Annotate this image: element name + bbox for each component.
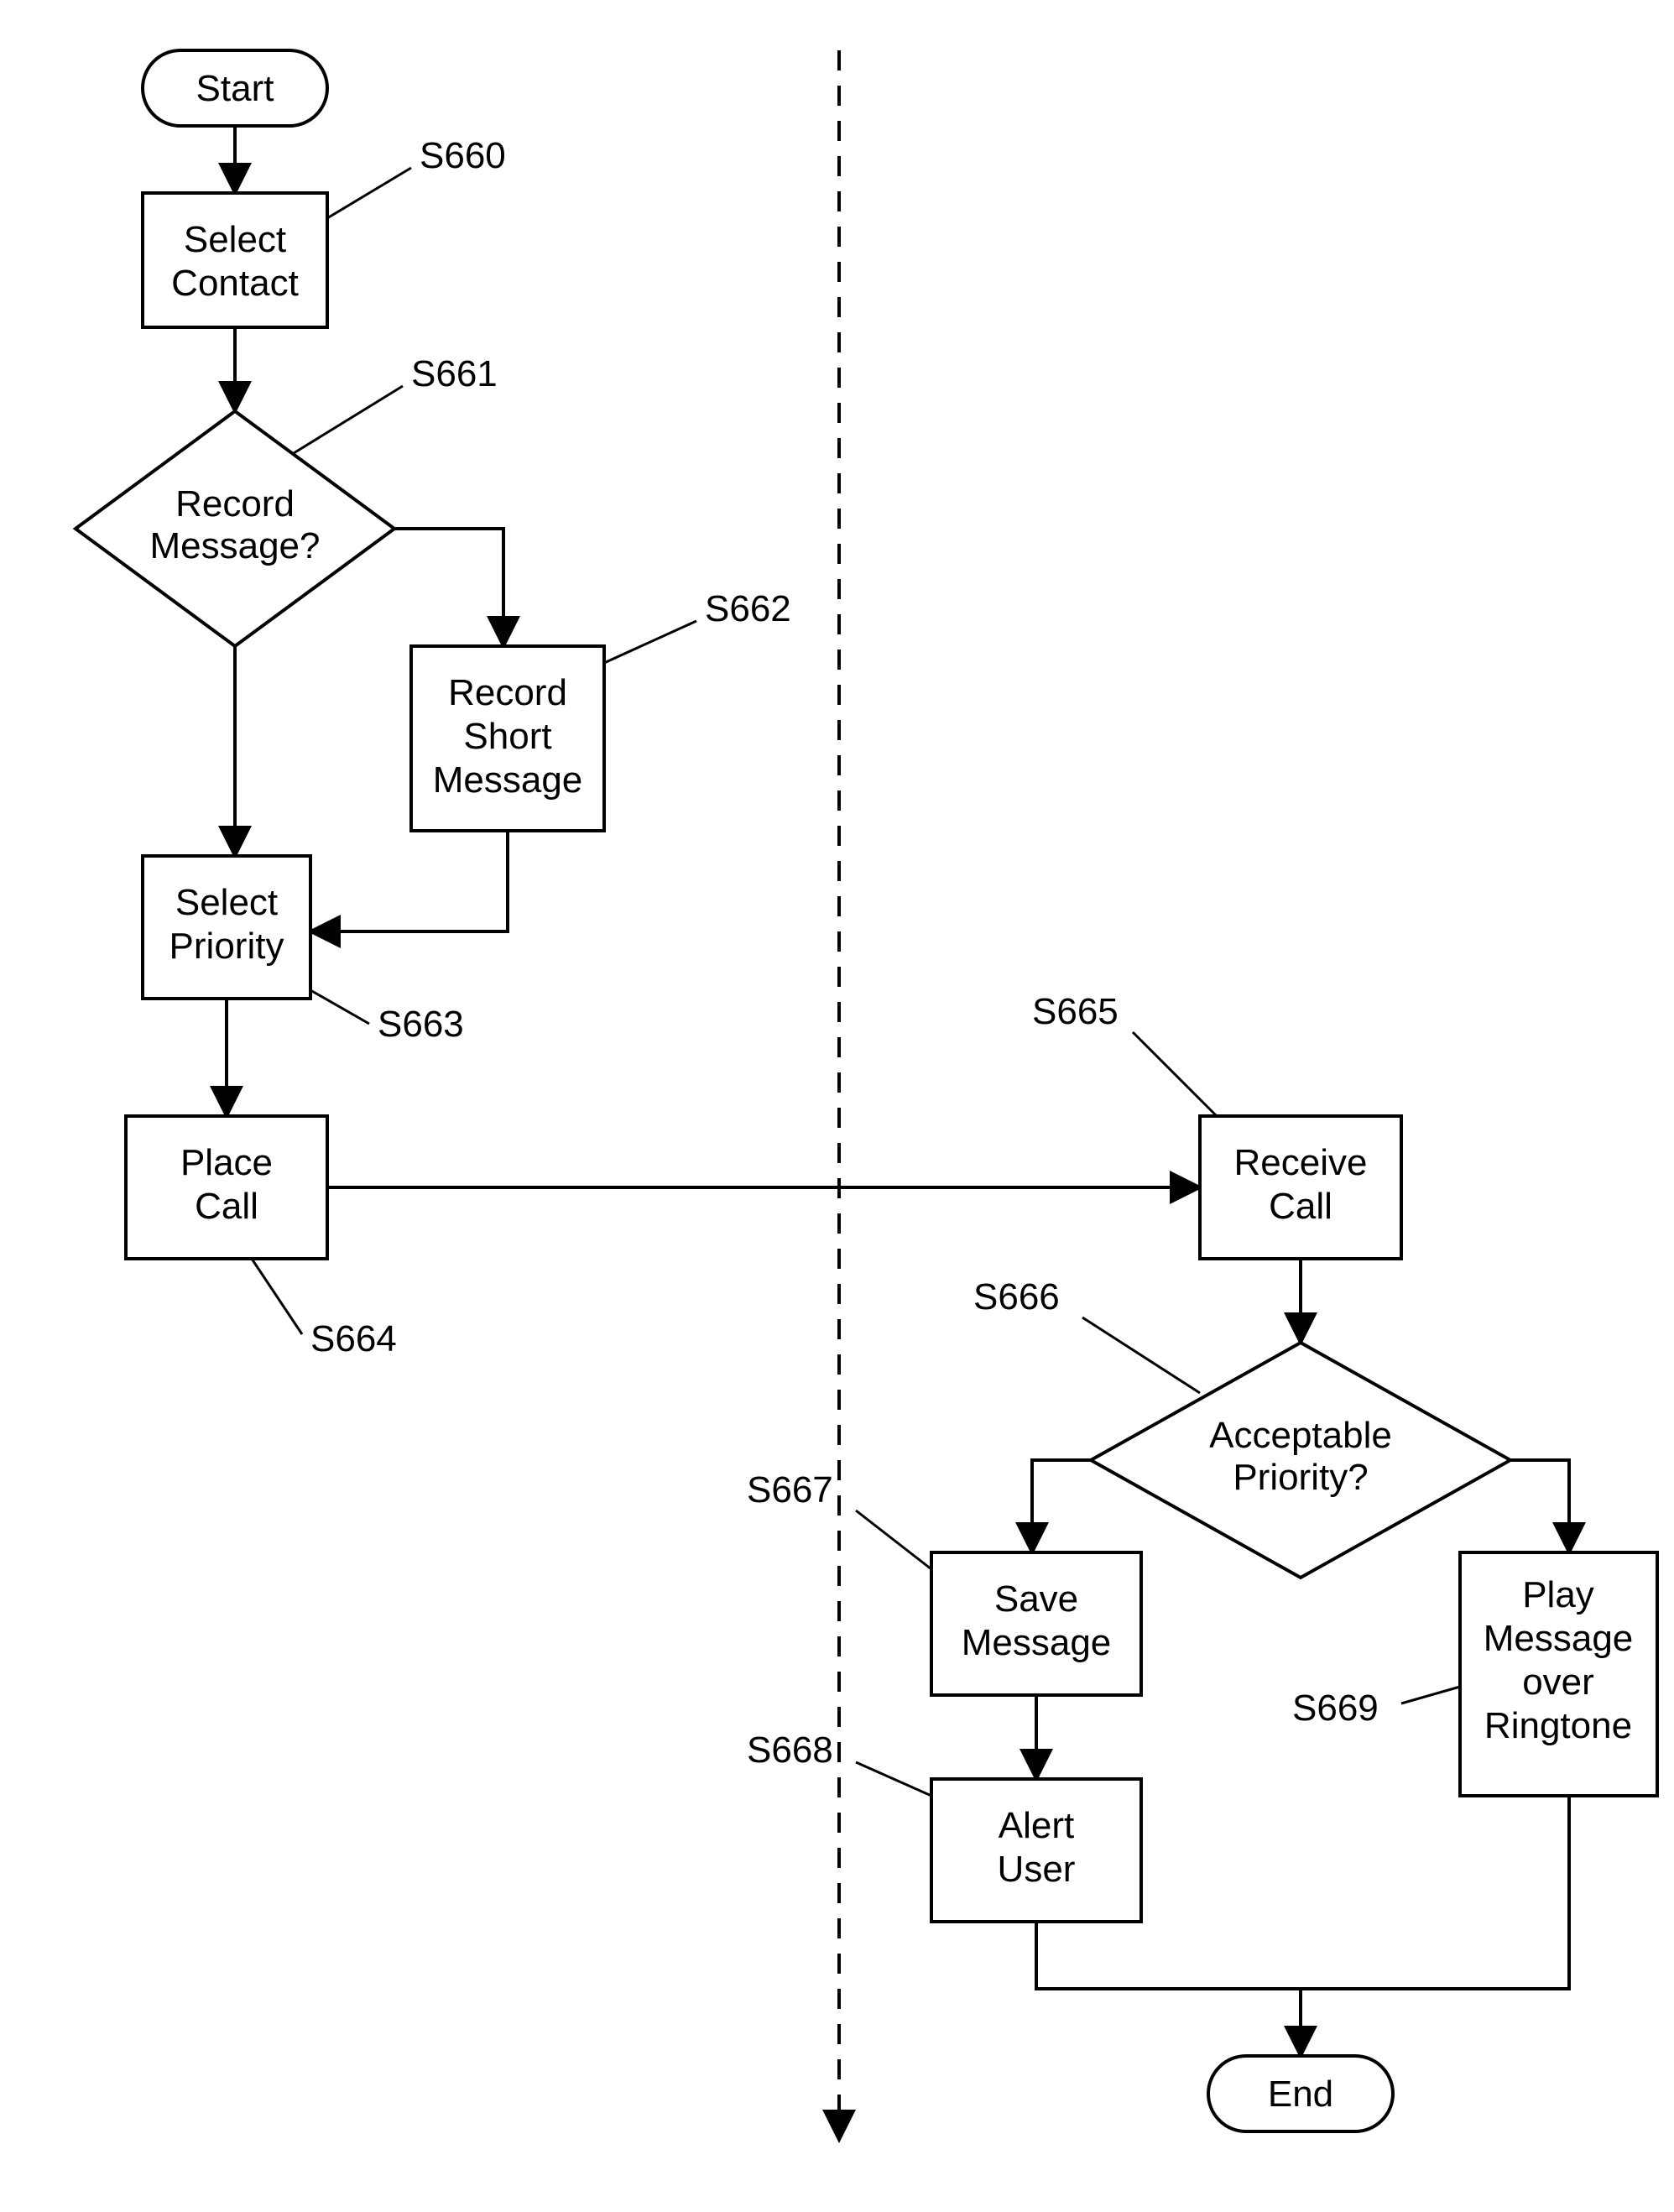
edge-s669-merge bbox=[1301, 1796, 1569, 1989]
label-s667: S667 bbox=[747, 1469, 833, 1510]
lead-s669 bbox=[1401, 1687, 1460, 1703]
node-s664: Place Call bbox=[126, 1116, 327, 1259]
svg-text:Message?: Message? bbox=[149, 525, 320, 566]
node-s661: Record Message? bbox=[76, 411, 394, 646]
svg-text:Select: Select bbox=[175, 882, 278, 923]
lead-s662 bbox=[604, 621, 696, 663]
edge-s662-s663 bbox=[310, 831, 508, 931]
svg-text:Message: Message bbox=[1484, 1618, 1634, 1659]
svg-text:Contact: Contact bbox=[171, 263, 299, 304]
edge-s661-s662 bbox=[394, 529, 503, 646]
svg-text:Place: Place bbox=[180, 1142, 273, 1183]
start-node: Start bbox=[143, 50, 327, 126]
label-s660: S660 bbox=[420, 135, 506, 176]
edge-s666-s669 bbox=[1510, 1460, 1569, 1552]
label-s663: S663 bbox=[378, 1004, 464, 1045]
svg-text:Ringtone: Ringtone bbox=[1484, 1705, 1632, 1746]
svg-text:Alert: Alert bbox=[999, 1805, 1074, 1846]
lead-s667 bbox=[856, 1510, 931, 1569]
end-node: End bbox=[1208, 2056, 1393, 2131]
label-s664: S664 bbox=[310, 1318, 397, 1359]
svg-text:Select: Select bbox=[184, 219, 286, 260]
svg-text:Message: Message bbox=[433, 759, 583, 801]
svg-text:Play: Play bbox=[1522, 1574, 1594, 1615]
node-s669: Play Message over Ringtone bbox=[1460, 1552, 1657, 1796]
node-s665: Receive Call bbox=[1200, 1116, 1401, 1259]
lead-s660 bbox=[327, 168, 411, 218]
svg-text:Priority?: Priority? bbox=[1233, 1457, 1368, 1498]
lead-s661 bbox=[294, 386, 403, 453]
label-s665: S665 bbox=[1032, 991, 1119, 1032]
label-s669: S669 bbox=[1292, 1688, 1379, 1729]
flowchart-canvas: Start Select Contact S660 Record Message… bbox=[0, 0, 1674, 2212]
svg-text:over: over bbox=[1522, 1662, 1594, 1703]
svg-text:Call: Call bbox=[1269, 1186, 1332, 1227]
label-s661: S661 bbox=[411, 353, 498, 394]
start-text: Start bbox=[196, 68, 274, 109]
label-s662: S662 bbox=[705, 588, 791, 629]
svg-text:Message: Message bbox=[962, 1622, 1112, 1663]
node-s663: Select Priority bbox=[143, 856, 310, 999]
svg-text:Short: Short bbox=[463, 716, 551, 757]
svg-text:Priority: Priority bbox=[169, 926, 284, 967]
node-s660: Select Contact bbox=[143, 193, 327, 327]
lead-s666 bbox=[1082, 1317, 1200, 1393]
lead-s663 bbox=[310, 990, 369, 1024]
edge-s666-s667 bbox=[1032, 1460, 1091, 1552]
node-s668: Alert User bbox=[931, 1779, 1141, 1922]
svg-text:Save: Save bbox=[994, 1578, 1078, 1620]
svg-text:Receive: Receive bbox=[1234, 1142, 1368, 1183]
lead-s664 bbox=[252, 1259, 302, 1334]
svg-text:User: User bbox=[998, 1849, 1076, 1890]
node-s662: Record Short Message bbox=[411, 646, 604, 831]
node-s666: Acceptable Priority? bbox=[1091, 1343, 1510, 1578]
edge-s668-end bbox=[1036, 1922, 1301, 2056]
svg-text:Record: Record bbox=[175, 483, 295, 524]
svg-text:Call: Call bbox=[195, 1186, 258, 1227]
svg-text:Record: Record bbox=[448, 672, 567, 713]
lead-s668 bbox=[856, 1762, 931, 1796]
label-s666: S666 bbox=[973, 1276, 1060, 1317]
node-s667: Save Message bbox=[931, 1552, 1141, 1695]
label-s668: S668 bbox=[747, 1729, 833, 1771]
lead-s665 bbox=[1133, 1032, 1217, 1116]
end-text: End bbox=[1268, 2074, 1333, 2115]
svg-text:Acceptable: Acceptable bbox=[1209, 1415, 1392, 1456]
